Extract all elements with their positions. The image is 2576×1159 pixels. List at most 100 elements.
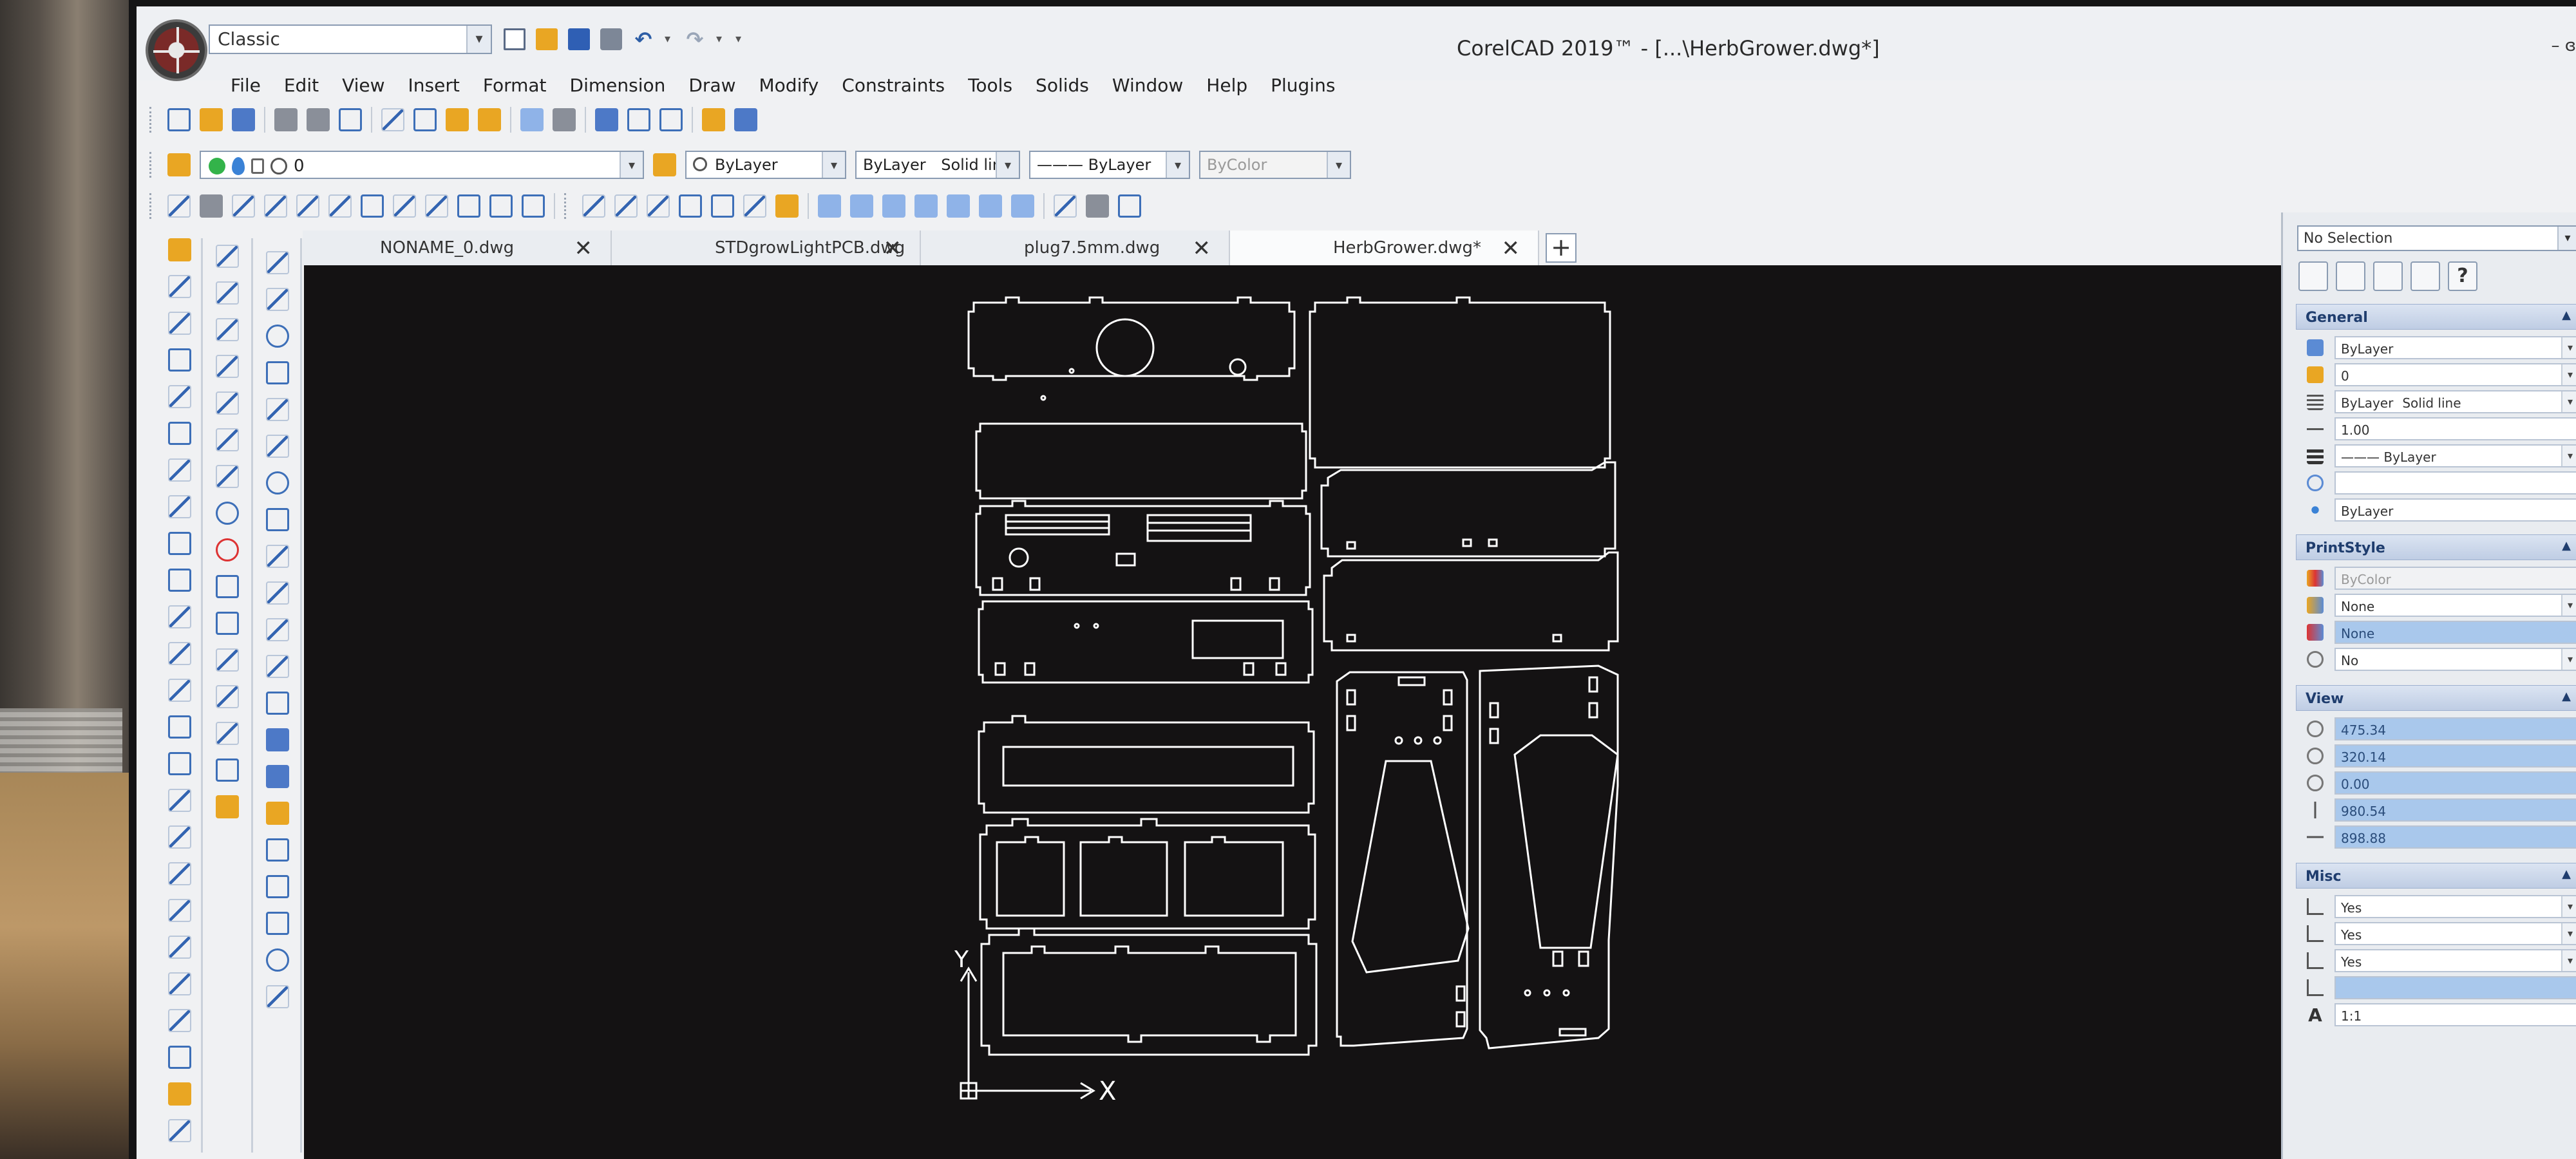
stretch-icon[interactable]: [168, 569, 191, 592]
save-icon[interactable]: [568, 28, 590, 50]
chevron-down-icon[interactable]: ▾: [1166, 152, 1189, 178]
align-icon[interactable]: [168, 972, 191, 995]
select-objects-icon[interactable]: [2336, 261, 2365, 291]
text-icon[interactable]: [216, 612, 239, 635]
show-constraints-icon[interactable]: [1054, 194, 1077, 218]
spline-icon[interactable]: [216, 391, 239, 415]
section-general[interactable]: General ▲: [2296, 304, 2576, 330]
rotate-icon[interactable]: [168, 495, 191, 518]
prop-annotation-scale-value[interactable]: 1:1: [2334, 1003, 2576, 1026]
edit-selection-icon[interactable]: [2410, 261, 2440, 291]
print-icon[interactable]: [600, 28, 622, 50]
attribute-icon[interactable]: [266, 802, 289, 825]
section-misc[interactable]: Misc ▲: [2296, 863, 2576, 889]
prop-layer-value[interactable]: 0 ▾: [2334, 363, 2576, 386]
toolbar-grip[interactable]: [149, 193, 153, 219]
image-icon[interactable]: [266, 838, 289, 862]
menu-dimension[interactable]: Dimension: [558, 71, 677, 100]
menu-tools[interactable]: Tools: [956, 71, 1024, 100]
revision-cloud-icon[interactable]: [266, 912, 289, 935]
open-folder-icon[interactable]: [536, 28, 558, 50]
chamfer-icon[interactable]: [168, 789, 191, 812]
drawing-canvas[interactable]: Y X: [304, 265, 2326, 1159]
infinite-line-icon[interactable]: [216, 281, 239, 305]
offset-icon[interactable]: [168, 385, 191, 408]
split-icon[interactable]: [168, 936, 191, 959]
menu-window[interactable]: Window: [1101, 71, 1195, 100]
block-icon[interactable]: [168, 1082, 191, 1106]
donut-icon[interactable]: [266, 471, 289, 495]
point-icon[interactable]: [216, 648, 239, 672]
prop-ucs-per-viewport-value[interactable]: Yes ▾: [2334, 949, 2576, 972]
menu-view[interactable]: View: [330, 71, 396, 100]
collapse-icon[interactable]: ▲: [2562, 539, 2571, 552]
break-icon[interactable]: [168, 715, 191, 739]
chevron-down-icon[interactable]: ▾: [822, 152, 845, 178]
open-icon[interactable]: [200, 108, 223, 131]
constraint-radius-icon[interactable]: [1011, 194, 1034, 218]
prop-hyperlink-value[interactable]: [2334, 471, 2576, 495]
chevron-down-icon[interactable]: ▾: [620, 152, 643, 178]
corelcad-logo-icon[interactable]: [146, 19, 207, 81]
page-setup-icon[interactable]: [339, 108, 362, 131]
prop-center-z-value[interactable]: 0.00: [2334, 771, 2576, 795]
ray-icon[interactable]: [216, 318, 239, 341]
mask-icon[interactable]: [266, 948, 289, 972]
redo-dropdown-icon[interactable]: ▾: [716, 28, 725, 50]
freehand-icon[interactable]: [216, 465, 239, 488]
menu-edit[interactable]: Edit: [272, 71, 330, 100]
cut-icon[interactable]: [381, 108, 404, 131]
match-properties-icon[interactable]: [478, 108, 501, 131]
prop-linescale-value[interactable]: 1.00: [2334, 417, 2576, 440]
chevron-down-icon[interactable]: ▾: [996, 152, 1019, 178]
constraint-distance-icon[interactable]: [947, 194, 970, 218]
properties-icon[interactable]: [702, 108, 725, 131]
points-icon[interactable]: [266, 581, 289, 605]
prop-printstyle-attached-value[interactable]: No ▾: [2334, 648, 2576, 671]
lasso-icon[interactable]: [361, 194, 384, 218]
zoom-realtime-icon[interactable]: [659, 108, 683, 131]
undo-dropdown-icon[interactable]: ▾: [665, 28, 674, 50]
section-printstyle[interactable]: PrintStyle ▲: [2296, 534, 2576, 560]
move-icon[interactable]: [168, 458, 191, 482]
prop-printstyle-space-value[interactable]: None: [2334, 621, 2576, 644]
pan-icon[interactable]: [595, 108, 618, 131]
chamfer-icon[interactable]: [328, 194, 352, 218]
save-icon[interactable]: [232, 108, 255, 131]
chevron-down-icon[interactable]: ▾: [2561, 649, 2576, 670]
prop-width-value[interactable]: 898.88: [2334, 825, 2576, 849]
menu-help[interactable]: Help: [1195, 71, 1259, 100]
mirror-icon[interactable]: [489, 194, 513, 218]
cloud-icon[interactable]: [266, 508, 289, 531]
copy-icon[interactable]: [413, 108, 437, 131]
erase-icon[interactable]: [168, 238, 191, 261]
boundary-icon[interactable]: [216, 759, 239, 782]
ellipse-arc-icon[interactable]: [266, 435, 289, 458]
ellipse-icon[interactable]: [266, 398, 289, 421]
customize-toolbar-icon[interactable]: ▾: [735, 28, 744, 50]
quick-select-icon[interactable]: [2373, 261, 2403, 291]
polygon-icon[interactable]: [266, 325, 289, 348]
constraint-angle-icon[interactable]: [979, 194, 1002, 218]
menu-modify[interactable]: Modify: [748, 71, 831, 100]
new-tab-button[interactable]: +: [1546, 233, 1577, 263]
smart-dimension-icon[interactable]: [266, 251, 289, 274]
toolbar-grip[interactable]: [149, 107, 153, 133]
polyline-icon[interactable]: [216, 355, 239, 378]
prop-linestyle-value[interactable]: ByLayer Solid line ▾: [2334, 390, 2576, 413]
undo-icon[interactable]: [520, 108, 544, 131]
dim-linear-icon[interactable]: [582, 194, 605, 218]
constraint-perpendicular-icon[interactable]: [850, 194, 873, 218]
prop-height-value[interactable]: 980.54: [2334, 798, 2576, 822]
distribute-icon[interactable]: [264, 194, 287, 218]
chevron-down-icon[interactable]: ▾: [2561, 364, 2576, 385]
color-select[interactable]: ByLayer ▾: [685, 151, 846, 179]
workspace-select[interactable]: Classic ▾: [209, 24, 492, 54]
redo-icon[interactable]: ↷: [684, 28, 706, 50]
hide-constraints-icon[interactable]: [1086, 194, 1109, 218]
chevron-down-icon[interactable]: ▾: [2561, 950, 2576, 971]
layer-select[interactable]: 0 ▾: [200, 151, 644, 179]
tab-stdgrowlightpcb[interactable]: STDgrowLightPCB.dwg ✕: [612, 231, 921, 265]
brush-icon[interactable]: [168, 1119, 191, 1142]
fillet-icon[interactable]: [168, 825, 191, 849]
